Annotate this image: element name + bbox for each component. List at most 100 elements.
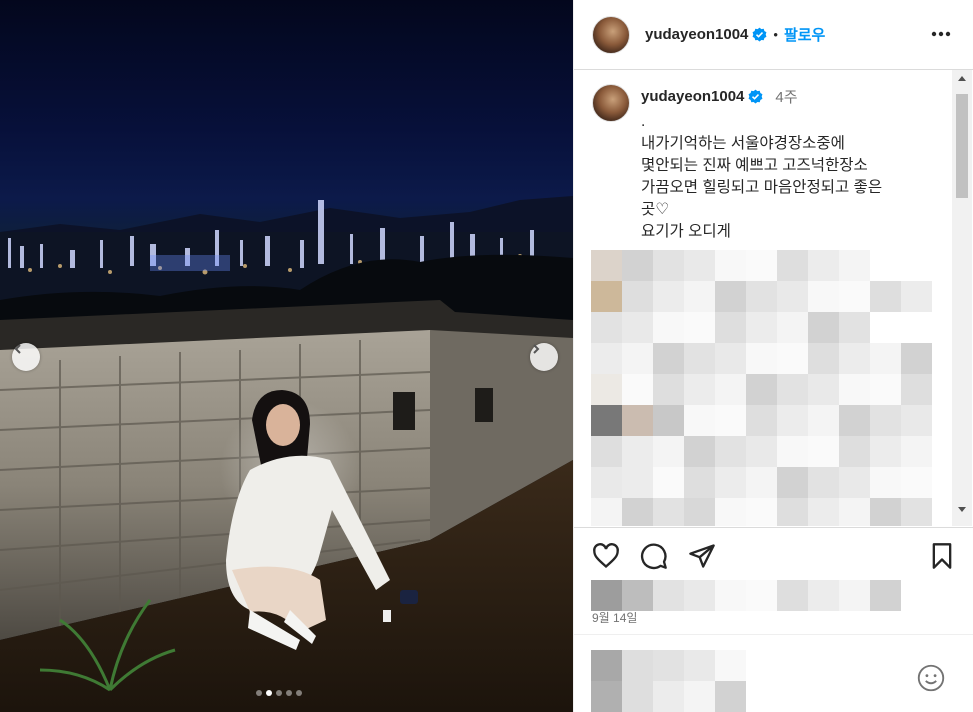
paper-plane-icon[interactable]	[688, 542, 716, 570]
censor-pixel	[591, 580, 622, 611]
post-photo[interactable]	[0, 0, 573, 712]
photo-scene	[0, 196, 573, 712]
censor-pixel	[777, 250, 808, 281]
censor-pixel	[715, 374, 746, 405]
censor-pixel	[653, 374, 684, 405]
censor-pixel	[591, 498, 622, 526]
censor-pixel	[746, 436, 777, 467]
censor-pixel	[870, 405, 901, 436]
censor-pixel	[746, 374, 777, 405]
censor-pixel	[777, 405, 808, 436]
censor-pixel	[839, 374, 870, 405]
censor-pixel	[684, 250, 715, 281]
censor-pixel	[622, 467, 653, 498]
censor-pixel	[870, 580, 901, 611]
carousel-dot	[256, 690, 262, 696]
censor-pixel	[715, 580, 746, 611]
carousel-dot-active	[266, 690, 272, 696]
emoji-smile-icon[interactable]	[917, 664, 945, 692]
carousel-prev-button[interactable]	[12, 343, 40, 371]
censor-pixel	[839, 312, 870, 343]
censor-pixel	[746, 281, 777, 312]
censor-pixel	[808, 374, 839, 405]
caption-text: . 내가기억하는 서울야경장소중에 몇안되는 진짜 예쁘고 고즈넉한장소 가끔오…	[641, 113, 883, 240]
post-date[interactable]: 9월 14일	[592, 609, 637, 626]
censor-pixel	[777, 312, 808, 343]
action-bar	[574, 527, 973, 585]
follow-button[interactable]: 팔로우	[784, 24, 825, 45]
censor-pixel	[715, 405, 746, 436]
header-separator: •	[773, 27, 778, 42]
censor-pixel	[777, 436, 808, 467]
censor-pixel	[901, 281, 932, 312]
censor-pixel	[808, 312, 839, 343]
censor-pixel	[808, 281, 839, 312]
censor-pixel	[653, 650, 684, 681]
censor-pixel	[808, 343, 839, 374]
caption-avatar[interactable]	[592, 84, 630, 122]
censor-pixel	[653, 281, 684, 312]
comments-scrollbar[interactable]	[952, 70, 972, 526]
caption-username[interactable]: yudayeon1004	[641, 88, 744, 105]
censor-pixel	[901, 250, 932, 281]
more-options-button[interactable]	[929, 24, 953, 44]
carousel-next-button[interactable]	[530, 343, 558, 371]
comment-bubble-icon[interactable]	[640, 542, 668, 570]
censor-pixel	[715, 650, 746, 681]
censor-pixel	[653, 343, 684, 374]
censor-pixel	[870, 250, 901, 281]
censor-pixel	[808, 250, 839, 281]
caption: yudayeon1004 4주 . 내가기억하는 서울야경장소중에 몇안되는 진…	[574, 70, 952, 242]
post-header: yudayeon1004 • 팔로우	[574, 0, 973, 70]
censor-pixel	[622, 405, 653, 436]
censor-pixel	[653, 312, 684, 343]
censor-pixel	[715, 498, 746, 526]
carousel-dot	[296, 690, 302, 696]
scroll-thumb[interactable]	[956, 94, 968, 198]
censor-pixel	[808, 436, 839, 467]
censor-pixel	[591, 281, 622, 312]
post-sidebar: yudayeon1004 • 팔로우 yudayeon1004 4주 . 내가기	[573, 0, 973, 712]
censor-pixel	[622, 650, 653, 681]
heart-icon[interactable]	[592, 542, 620, 570]
censor-pixel	[653, 436, 684, 467]
censor-pixel	[684, 580, 715, 611]
chevron-left-icon	[14, 344, 21, 354]
censor-pixel	[901, 498, 932, 526]
more-options-icon	[931, 31, 951, 37]
caption-time[interactable]: 4주	[775, 86, 797, 107]
censor-pixel	[746, 498, 777, 526]
censor-pixel	[746, 467, 777, 498]
censor-pixel	[591, 250, 622, 281]
censor-pixel	[746, 580, 777, 611]
censor-pixel	[653, 405, 684, 436]
censor-pixel	[622, 436, 653, 467]
scroll-up-button[interactable]	[956, 72, 968, 84]
caret-up-icon	[958, 76, 966, 81]
censor-pixel	[839, 580, 870, 611]
scroll-down-button[interactable]	[956, 504, 968, 516]
censor-pixel	[777, 467, 808, 498]
censor-pixel	[777, 580, 808, 611]
censor-pixel	[901, 467, 932, 498]
censor-pixel	[901, 405, 932, 436]
censor-pixel	[684, 650, 715, 681]
censor-pixel	[653, 250, 684, 281]
verified-badge-icon	[752, 27, 767, 42]
censor-pixel	[684, 343, 715, 374]
censor-pixel	[622, 312, 653, 343]
censor-pixel	[777, 281, 808, 312]
avatar[interactable]	[592, 15, 630, 54]
carousel-dot	[276, 690, 282, 696]
censor-pixel	[901, 436, 932, 467]
censor-pixel	[653, 467, 684, 498]
censor-pixel	[839, 343, 870, 374]
censor-pixel	[591, 405, 622, 436]
comments-area[interactable]: yudayeon1004 4주 . 내가기억하는 서울야경장소중에 몇안되는 진…	[574, 70, 952, 526]
censor-pixel	[684, 467, 715, 498]
censor-pixel	[901, 343, 932, 374]
header-username[interactable]: yudayeon1004	[645, 26, 748, 43]
censor-pixel	[653, 580, 684, 611]
censor-pixel	[870, 374, 901, 405]
bookmark-icon[interactable]	[928, 542, 956, 570]
